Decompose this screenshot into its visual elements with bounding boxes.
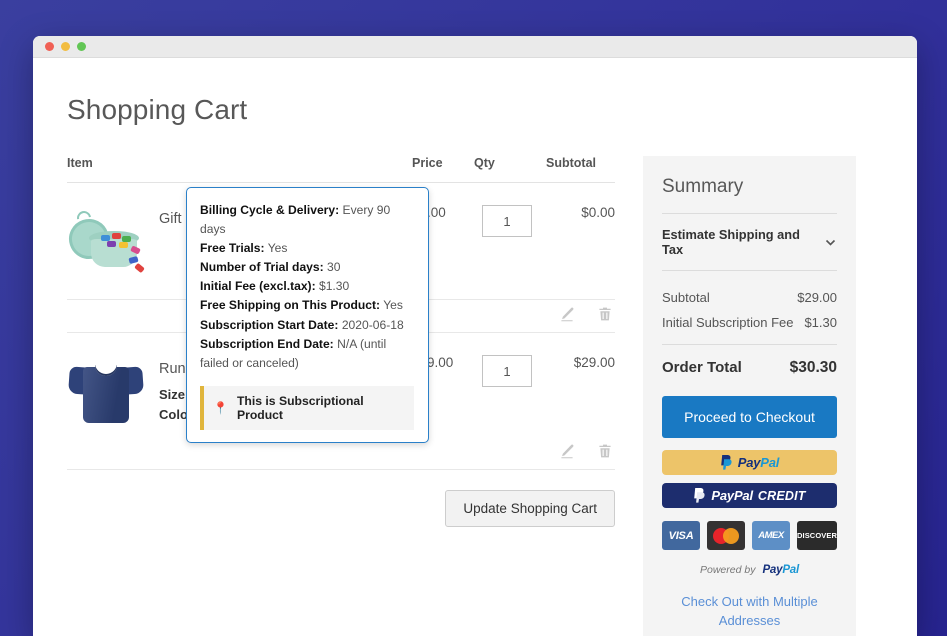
visa-card-icon: VISA — [662, 521, 700, 550]
summary-title: Summary — [662, 176, 837, 198]
tooltip-line-free-shipping: Free Shipping on This Product: Yes — [200, 296, 414, 315]
paypal-pal-text: Pal — [782, 564, 799, 576]
powered-by-text: Powered by — [700, 564, 755, 576]
column-header-qty: Qty — [474, 156, 546, 183]
tooltip-label: Initial Fee (excl.tax): — [200, 279, 316, 293]
check-out-multiple-addresses-link[interactable]: Check Out with Multiple Addresses — [662, 593, 837, 631]
tooltip-line-start-date: Subscription Start Date: 2020-06-18 — [200, 316, 414, 335]
tooltip-label: Subscription End Date: — [200, 337, 334, 351]
cart-column: Item Price Qty Subtotal — [67, 156, 615, 527]
summary-row-label: Initial Subscription Fee — [662, 315, 794, 330]
pencil-icon[interactable] — [559, 443, 575, 459]
paypal-icon — [720, 455, 733, 470]
order-total-label: Order Total — [662, 359, 742, 376]
summary-row-value: $1.30 — [804, 315, 837, 330]
item-qty-cell — [474, 333, 546, 434]
cart-layout: Item Price Qty Subtotal — [67, 156, 885, 636]
column-header-item: Item — [67, 156, 412, 183]
discover-card-icon: DISCOVER — [797, 521, 837, 550]
item-qty-cell — [474, 183, 546, 300]
column-header-subtotal: Subtotal — [546, 156, 615, 183]
tooltip-label: Billing Cycle & Delivery: — [200, 203, 339, 217]
tooltip-line-billing-cycle: Billing Cycle & Delivery: Every 90 days — [200, 201, 414, 239]
quantity-input[interactable] — [482, 205, 532, 237]
status-badge-text: This is Subscriptional Product — [237, 394, 406, 422]
option-label: Size: — [159, 387, 189, 402]
paypal-icon — [693, 488, 706, 503]
candy — [107, 241, 116, 247]
accepted-cards: VISA AMEX DISCOVER — [662, 521, 837, 550]
quantity-input[interactable] — [482, 355, 532, 387]
candy — [112, 233, 121, 239]
paypal-credit-button[interactable]: PayPal CREDIT — [662, 483, 837, 508]
trash-icon[interactable] — [597, 306, 613, 322]
order-total-row: Order Total $30.30 — [662, 344, 837, 377]
page-title: Shopping Cart — [67, 94, 885, 126]
browser-window: Shopping Cart Item Price Qty Subtotal — [33, 36, 917, 636]
maximize-window-button[interactable] — [77, 42, 86, 51]
summary-row-initial-subscription-fee: Initial Subscription Fee $1.30 — [662, 310, 837, 335]
cart-actions-bar: Update Shopping Cart — [67, 490, 615, 527]
mastercard-card-icon — [707, 521, 745, 550]
candy — [134, 263, 145, 273]
pin-icon: 📍 — [213, 402, 228, 414]
estimate-shipping-label: Estimate Shipping and Tax — [662, 227, 824, 257]
amex-card-icon: AMEX — [752, 521, 790, 550]
update-shopping-cart-button[interactable]: Update Shopping Cart — [445, 490, 615, 527]
tooltip-line-trial-days: Number of Trial days: 30 — [200, 258, 414, 277]
paypal-wordmark: PayPal — [711, 488, 752, 503]
tooltip-line-end-date: Subscription End Date: N/A (until failed… — [200, 335, 414, 373]
tooltip-value: Yes — [383, 298, 403, 312]
tooltip-value: 30 — [327, 260, 340, 274]
tooltip-label: Number of Trial days: — [200, 260, 324, 274]
proceed-to-checkout-button[interactable]: Proceed to Checkout — [662, 396, 837, 438]
trash-icon[interactable] — [597, 443, 613, 459]
summary-row-subtotal: Subtotal $29.00 — [662, 285, 837, 310]
status-badge: 📍 This is Subscriptional Product — [200, 386, 414, 430]
paypal-pay-text: Pay — [762, 564, 782, 576]
order-summary-panel: Summary Estimate Shipping and Tax Subtot… — [643, 156, 856, 636]
chevron-down-icon — [824, 236, 837, 249]
paypal-button[interactable]: PayPal — [662, 450, 837, 475]
paypal-pay-text: Pay — [711, 488, 734, 503]
minimize-window-button[interactable] — [61, 42, 70, 51]
tooltip-label: Subscription Start Date: — [200, 318, 338, 332]
column-header-price: Price — [412, 156, 474, 183]
mastercard-circle-right — [723, 528, 739, 544]
paypal-pal-text: Pal — [734, 488, 753, 503]
cart-table-header-row: Item Price Qty Subtotal — [67, 156, 615, 183]
estimate-shipping-and-tax-toggle[interactable]: Estimate Shipping and Tax — [662, 213, 837, 271]
summary-row-label: Subtotal — [662, 290, 710, 305]
mastercard-circles — [713, 528, 739, 544]
running-tshirt-image[interactable] — [67, 355, 145, 433]
tooltip-value: 2020-06-18 — [342, 318, 404, 332]
paypal-pal-text: Pal — [760, 455, 779, 470]
tooltip-line-free-trials: Free Trials: Yes — [200, 239, 414, 258]
subscription-details-tooltip: Billing Cycle & Delivery: Every 90 days … — [186, 187, 429, 443]
window-titlebar — [33, 36, 917, 58]
order-total-value: $30.30 — [790, 359, 837, 377]
tooltip-label: Free Shipping on This Product: — [200, 298, 380, 312]
paypal-credit-text: CREDIT — [758, 489, 806, 503]
paypal-wordmark: PayPal — [762, 564, 799, 576]
pencil-icon[interactable] — [559, 306, 575, 322]
gift-box-image[interactable] — [67, 205, 145, 283]
summary-totals: Subtotal $29.00 Initial Subscription Fee… — [662, 271, 837, 381]
powered-by-paypal: Powered by PayPal — [662, 564, 837, 576]
tooltip-line-initial-fee: Initial Fee (excl.tax): $1.30 — [200, 277, 414, 296]
tooltip-label: Free Trials: — [200, 241, 265, 255]
item-subtotal: $29.00 — [546, 333, 615, 434]
close-window-button[interactable] — [45, 42, 54, 51]
candy — [119, 242, 128, 248]
item-subtotal: $0.00 — [546, 183, 615, 300]
tooltip-value: $1.30 — [319, 279, 349, 293]
page-content: Shopping Cart Item Price Qty Subtotal — [33, 58, 917, 636]
summary-column: Summary Estimate Shipping and Tax Subtot… — [643, 156, 856, 636]
paypal-pay-text: Pay — [738, 455, 761, 470]
summary-row-value: $29.00 — [797, 290, 837, 305]
paypal-wordmark: PayPal — [738, 455, 779, 470]
tooltip-value: Yes — [268, 241, 288, 255]
